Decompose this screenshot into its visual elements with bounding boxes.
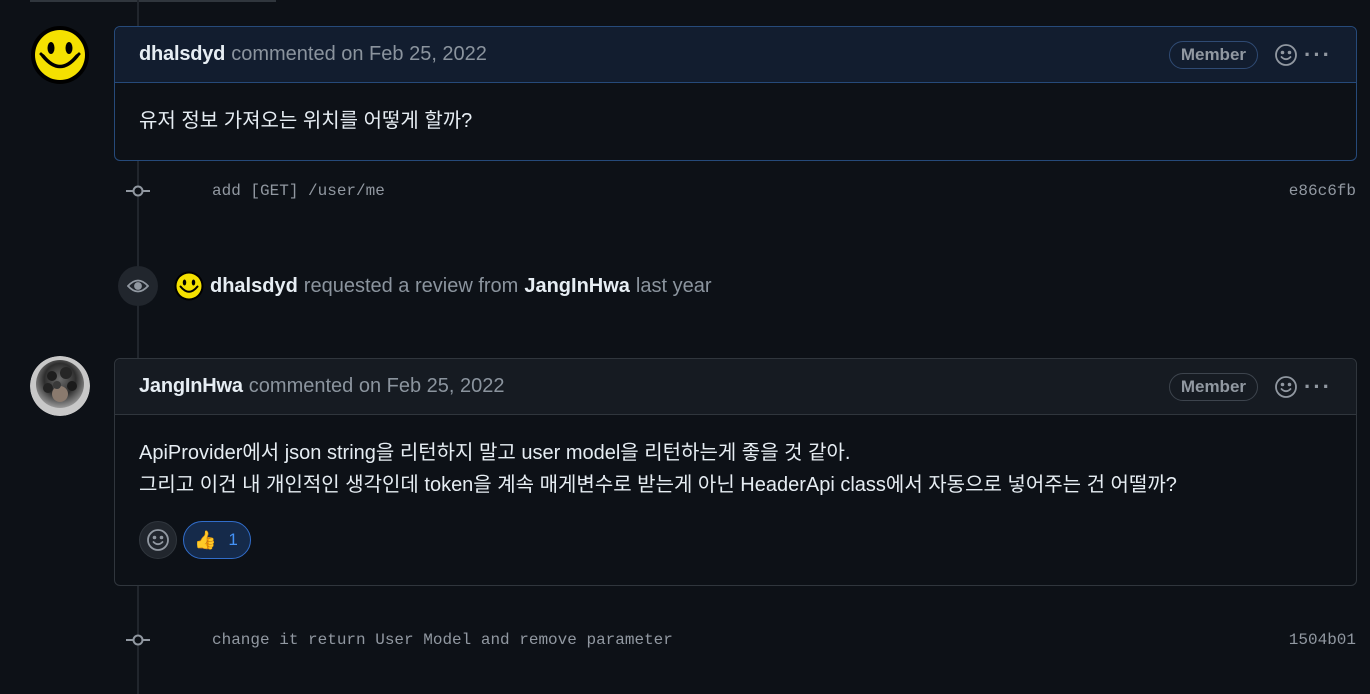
review-request-event: dhalsdyd requested a review from JangInH… xyxy=(118,266,718,306)
git-commit-icon xyxy=(126,183,150,199)
commit-message[interactable]: add [GET] /user/me xyxy=(212,182,385,200)
smiley-icon xyxy=(147,529,169,551)
add-reaction-button[interactable] xyxy=(139,521,177,559)
smiley-icon[interactable] xyxy=(1272,373,1300,401)
member-badge: Member xyxy=(1168,40,1259,69)
comment-dhalsdyd: dhalsdyd commented on Feb 25, 2022 Membe… xyxy=(114,26,1357,161)
comment-header: JangInHwa commented on Feb 25, 2022 Memb… xyxy=(115,359,1356,415)
comment-timestamp[interactable]: commented on Feb 25, 2022 xyxy=(249,375,505,398)
kebab-horizontal-icon[interactable]: ··· xyxy=(1304,43,1332,66)
comment-text-line: ApiProvider에서 json string을 리턴하지 말고 user … xyxy=(139,442,851,464)
comment-body: ApiProvider에서 json string을 리턴하지 말고 user … xyxy=(115,415,1356,583)
member-badge: Member xyxy=(1168,372,1259,401)
eye-icon xyxy=(118,266,158,306)
commit-item: add [GET] /user/me e86c6fb xyxy=(0,176,1370,206)
commit-sha[interactable]: e86c6fb xyxy=(1289,182,1356,200)
commit-message[interactable]: change it return User Model and remove p… xyxy=(212,631,673,649)
reactions-bar: 👍 1 xyxy=(139,521,1332,559)
commit-item: change it return User Model and remove p… xyxy=(0,625,1370,655)
commit-sha[interactable]: 1504b01 xyxy=(1289,631,1356,649)
event-actor[interactable]: dhalsdyd xyxy=(210,275,298,298)
top-divider xyxy=(30,0,276,2)
event-target[interactable]: JangInHwa xyxy=(524,275,630,298)
thumbs-up-icon: 👍 xyxy=(194,530,217,550)
avatar-dhalsdyd[interactable] xyxy=(30,25,90,85)
event-time[interactable]: last year xyxy=(636,275,712,298)
avatar-janginhwa[interactable] xyxy=(30,356,90,416)
comment-author[interactable]: JangInHwa xyxy=(139,375,243,398)
event-action: requested a review from xyxy=(303,274,519,297)
comment-text-line: 그리고 이건 내 개인적인 생각인데 token을 계속 매게변수로 받는게 아… xyxy=(139,474,1177,496)
reaction-count: 1 xyxy=(228,530,238,549)
comment-header: dhalsdyd commented on Feb 25, 2022 Membe… xyxy=(115,27,1356,83)
comment-timestamp[interactable]: commented on Feb 25, 2022 xyxy=(231,43,487,66)
comment-text: 유저 정보 가져오는 위치를 어떻게 할까? xyxy=(139,110,473,132)
comment-janginhwa: JangInHwa commented on Feb 25, 2022 Memb… xyxy=(114,358,1357,586)
thumbs-up-reaction[interactable]: 👍 1 xyxy=(183,521,251,559)
kebab-horizontal-icon[interactable]: ··· xyxy=(1304,375,1332,398)
smiley-icon[interactable] xyxy=(1272,41,1300,69)
git-commit-icon xyxy=(126,632,150,648)
comment-author[interactable]: dhalsdyd xyxy=(139,43,225,66)
comment-body: 유저 정보 가져오는 위치를 어떻게 할까? xyxy=(115,83,1356,159)
avatar-dhalsdyd-small[interactable] xyxy=(174,271,204,301)
